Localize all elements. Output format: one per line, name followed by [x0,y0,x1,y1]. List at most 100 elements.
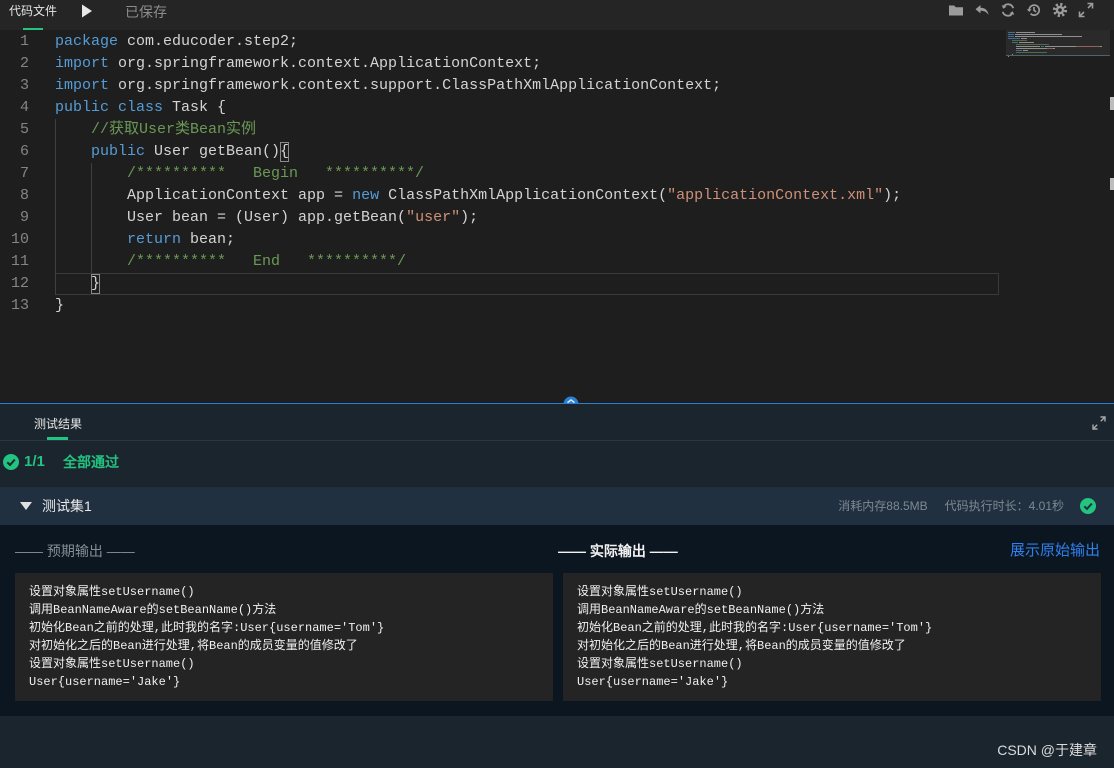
memory-usage: 消耗内存88.5MB [838,499,928,513]
actual-output-box: 设置对象属性setUsername() 调用BeanNameAware的setBe… [563,573,1101,701]
code-line[interactable]: import org.springframework.context.suppo… [55,75,999,97]
expand-icon[interactable] [1092,416,1106,430]
refresh-icon[interactable] [1000,2,1016,18]
code-token: /********** End **********/ [55,253,407,270]
code-line[interactable]: User bean = (User) app.getBean("user"); [55,207,999,229]
test-set-name: 测试集1 [42,498,92,514]
minimap-line [1008,56,1009,57]
code-line[interactable]: return bean; [55,229,999,251]
minimap-line [1019,42,1033,43]
output-line: 设置对象属性setUsername() [577,585,743,599]
fullscreen-icon[interactable] [1078,2,1094,18]
code-area[interactable]: package com.educoder.step2; import org.sp… [55,31,1000,331]
history-icon[interactable] [1026,2,1042,18]
test-set-detail: —— 预期输出 —— —— 实际输出 —— 展示原始输出 设置对象属性setUs… [0,525,1114,716]
code-line[interactable]: public class Task { [55,97,999,119]
minimap-line [1045,46,1076,47]
code-line[interactable]: import org.springframework.context.Appli… [55,53,999,75]
check-circle-icon [1080,498,1096,514]
code-token: /********** Begin **********/ [55,165,425,182]
code-line[interactable]: package com.educoder.step2; [55,31,999,53]
minimap-line [1008,38,1020,39]
minimap-line [1021,38,1027,39]
test-set-header[interactable]: 测试集1 消耗内存88.5MB 代码执行时长：4.01秒 [0,487,1114,525]
output-line: 设置对象属性setUsername() [29,585,195,599]
code-token: return [55,231,182,248]
line-number: 7 [19,165,29,182]
play-icon[interactable] [81,4,93,18]
code-token: public [55,143,146,160]
line-number: 5 [19,121,29,138]
code-token: //获取User类Bean实例 [55,121,257,138]
pass-status: 全部通过 [63,454,119,470]
minimap-line [1012,42,1018,43]
code-editor[interactable]: 1 2 3 4 5 6 7 8 9 10 11 12 13 package com.educoder.s… [0,30,1114,403]
code-token: public class [55,99,164,116]
minimap-line [1016,44,1049,45]
line-number: 8 [19,187,29,204]
save-status: 已保存 [125,4,167,20]
undo-icon[interactable] [974,2,990,18]
code-line[interactable]: //获取User类Bean实例 [55,119,999,141]
matched-bracket: } [91,275,101,292]
code-line[interactable]: /********** End **********/ [55,251,999,273]
code-line[interactable]: ApplicationContext app = new ClassPathXm… [55,185,999,207]
line-number: 4 [19,99,29,116]
minimap-line [1016,48,1047,49]
code-token: Task { [163,99,227,116]
editor-toolbar: 代码文件 已保存 [0,0,1114,30]
minimap-line [1016,50,1022,51]
matched-bracket: { [280,143,290,160]
gear-icon[interactable] [1052,2,1068,18]
test-results-panel: 测试结果 1/1 全部通过 测试集1 消耗内存88.5MB 代码执行时长：4.0… [0,404,1114,768]
code-token: package [55,33,119,50]
minimap-line [1053,48,1055,49]
line-number: 2 [19,55,29,72]
code-token: org.springframework.context.support.Clas… [109,77,722,94]
line-number: 12 [10,275,29,292]
minimap-line [1076,46,1100,47]
minimap-line [1015,36,1082,37]
toolbar-actions [948,2,1094,18]
minimap-line [1016,52,1047,53]
output-line: 设置对象属性setUsername() [29,657,195,671]
check-circle-icon [3,454,19,470]
minimap-line [1023,50,1028,51]
minimap-line [1012,40,1027,41]
output-line: 对初始化之后的Bean进行处理,将Bean的成员变量的值修改了 [29,639,358,653]
line-number: 9 [19,209,29,226]
execution-time: 代码执行时长：4.01秒 [944,499,1064,513]
line-number: 3 [19,77,29,94]
code-token: bean; [181,231,236,248]
code-line[interactable]: /********** Begin **********/ [55,163,999,185]
line-number: 1 [19,33,29,50]
output-line: 初始化Bean之前的处理,此时我的名字:User{username='Tom'} [577,621,933,635]
code-token: import [55,77,110,94]
minimap[interactable] [1008,32,1108,60]
code-token: ); [460,209,479,226]
triangle-down-icon[interactable] [20,502,32,510]
code-line[interactable]: } [55,273,999,295]
minimap-line [1016,46,1040,47]
output-line: User{username='Jake'} [29,675,181,689]
actual-output-title: —— 实际输出 —— [558,543,678,559]
code-line[interactable]: } [55,295,999,317]
folder-icon[interactable] [948,2,964,18]
minimap-line [1015,34,1062,35]
minimap-line [1008,32,1015,33]
code-line[interactable]: public User getBean(){ [55,141,999,163]
minimap-line [1008,34,1014,35]
tab-code-file[interactable]: 代码文件 [9,3,57,19]
scrollbar-marker [1110,178,1114,190]
code-token: "user" [406,209,461,226]
line-number: 13 [10,297,29,314]
minimap-line [1041,46,1044,47]
code-token: ClassPathXmlApplicationContext( [379,187,668,204]
show-raw-output-link[interactable]: 展示原始输出 [1010,541,1100,561]
line-number: 10 [10,231,29,248]
code-token: com.educoder.step2; [118,33,299,50]
watermark: CSDN @于建章 [997,742,1097,758]
tab-test-results[interactable]: 测试结果 [34,416,82,432]
code-token: "applicationContext.xml" [667,187,884,204]
output-line: User{username='Jake'} [577,675,729,689]
